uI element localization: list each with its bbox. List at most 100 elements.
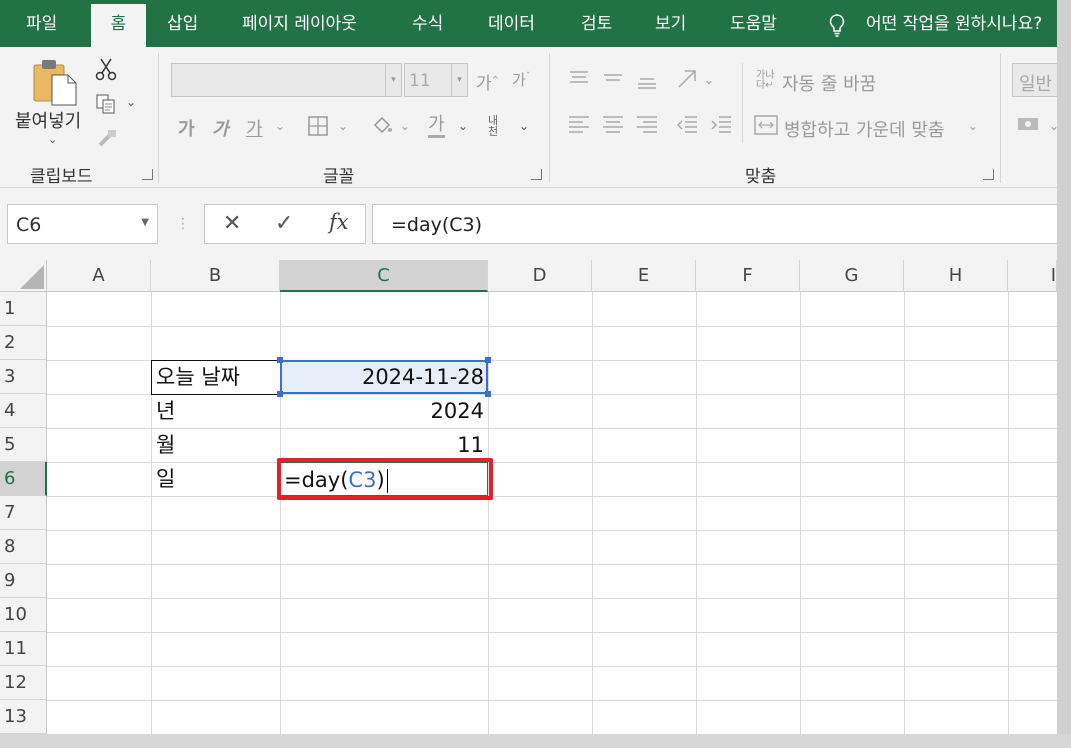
bold-button[interactable]: 가 xyxy=(178,115,195,141)
row-header-12[interactable]: 12 xyxy=(0,666,47,700)
cancel-icon[interactable]: ✕ xyxy=(223,211,241,236)
name-box-dropdown-icon[interactable]: ▼ xyxy=(141,217,149,228)
formula-bar-splitter[interactable]: ⋮ xyxy=(176,216,190,232)
tab-page-layout[interactable]: 페이지 레이아웃 xyxy=(242,0,357,47)
row-header-4[interactable]: 4 xyxy=(0,394,47,428)
ribbon-tab-bar: 파일 홈 삽입 페이지 레이아웃 수식 데이터 검토 보기 도움말 어떤 작업을… xyxy=(0,0,1071,47)
align-right-icon[interactable] xyxy=(635,113,659,137)
merge-center-button[interactable]: 병합하고 가운데 맞춤 xyxy=(784,116,944,142)
tell-me-search[interactable]: 어떤 작업을 원하시나요? xyxy=(866,0,1042,47)
row-header-13[interactable]: 13 xyxy=(0,700,47,734)
align-bottom-icon[interactable] xyxy=(635,69,659,89)
row-header-5[interactable]: 5 xyxy=(0,428,47,462)
lightbulb-icon xyxy=(829,14,845,37)
decrease-indent-icon[interactable] xyxy=(675,113,699,137)
gridline xyxy=(47,666,1057,667)
formula-input[interactable]: =day(C3) xyxy=(372,204,1071,244)
fill-color-dropdown-icon[interactable]: ⌄ xyxy=(400,119,410,133)
paste-dropdown-icon[interactable]: ⌄ xyxy=(48,133,57,146)
select-all-button[interactable] xyxy=(0,260,47,292)
tab-help[interactable]: 도움말 xyxy=(730,0,777,47)
highlight-box xyxy=(277,458,493,500)
column-header-c[interactable]: C xyxy=(280,260,488,292)
font-color-button[interactable]: 가 xyxy=(428,115,445,138)
borders-dropdown-icon[interactable]: ⌄ xyxy=(338,119,348,133)
wrap-text-button[interactable]: 자동 줄 바꿈 xyxy=(782,70,876,96)
row-header-2[interactable]: 2 xyxy=(0,326,47,360)
cut-icon[interactable] xyxy=(95,57,117,81)
cell-b3[interactable]: 오늘 날짜 xyxy=(156,360,240,394)
enter-icon[interactable]: ✓ xyxy=(275,211,293,236)
row-header-6[interactable]: 6 xyxy=(0,462,47,496)
fill-color-icon[interactable] xyxy=(370,113,394,137)
cell-b4[interactable]: 년 xyxy=(156,394,175,428)
cell-b5[interactable]: 월 xyxy=(156,428,175,462)
font-size-combo[interactable]: 11 ▾ xyxy=(404,63,468,97)
tab-formulas[interactable]: 수식 xyxy=(412,0,443,47)
align-center-icon[interactable] xyxy=(601,113,625,137)
name-box[interactable]: C6 ▼ xyxy=(7,204,158,244)
align-middle-icon[interactable] xyxy=(601,69,625,89)
font-launcher-icon[interactable] xyxy=(531,169,542,180)
orientation-icon[interactable] xyxy=(675,67,699,91)
phonetic-guide-button[interactable]: 내천 xyxy=(488,115,508,137)
increase-indent-icon[interactable] xyxy=(709,113,733,137)
vertical-scrollbar[interactable] xyxy=(1057,0,1071,748)
column-header-h[interactable]: H xyxy=(904,260,1008,292)
row-header-8[interactable]: 8 xyxy=(0,530,47,564)
accounting-format-icon[interactable] xyxy=(1016,115,1042,135)
italic-button[interactable]: 가 xyxy=(212,115,229,141)
gridline xyxy=(47,428,1057,429)
grow-font-icon[interactable]: 가^ xyxy=(476,69,499,94)
clipboard-launcher-icon[interactable] xyxy=(142,169,153,180)
borders-icon[interactable] xyxy=(307,115,329,137)
cell-c4[interactable]: 2024 xyxy=(280,394,484,428)
column-header-g[interactable]: G xyxy=(800,260,904,292)
underline-button[interactable]: 가 xyxy=(246,115,263,141)
column-header-b[interactable]: B xyxy=(151,260,280,292)
paste-button[interactable]: 붙여넣기 xyxy=(15,107,81,133)
reference-handle xyxy=(485,391,491,397)
tab-review[interactable]: 검토 xyxy=(581,0,612,47)
align-top-icon[interactable] xyxy=(567,69,591,89)
font-name-combo[interactable]: ▾ xyxy=(171,63,402,97)
cell-b6[interactable]: 일 xyxy=(156,462,175,496)
group-label-font: 글꼴 xyxy=(323,167,355,187)
group-label-alignment: 맞춤 xyxy=(745,167,777,187)
font-color-dropdown-icon[interactable]: ⌄ xyxy=(458,119,468,133)
row-header-7[interactable]: 7 xyxy=(0,496,47,530)
copy-dropdown-icon[interactable]: ⌄ xyxy=(126,95,136,109)
tab-file[interactable]: 파일 xyxy=(26,0,57,47)
cell-c5[interactable]: 11 xyxy=(280,428,484,462)
format-painter-icon[interactable] xyxy=(96,127,118,149)
gridline xyxy=(47,530,1057,531)
merge-dropdown-icon[interactable]: ⌄ xyxy=(968,119,978,133)
paste-icon[interactable] xyxy=(32,57,78,107)
column-header-e[interactable]: E xyxy=(592,260,696,292)
tab-home[interactable]: 홈 xyxy=(91,4,146,47)
copy-icon[interactable] xyxy=(95,93,117,115)
tab-view[interactable]: 보기 xyxy=(655,0,686,47)
column-header-f[interactable]: F xyxy=(696,260,800,292)
orientation-dropdown-icon[interactable]: ⌄ xyxy=(704,73,714,87)
tab-insert[interactable]: 삽입 xyxy=(167,0,198,47)
align-left-icon[interactable] xyxy=(567,113,591,137)
row-header-1[interactable]: 1 xyxy=(0,292,47,326)
gridline xyxy=(47,326,1057,327)
tab-data[interactable]: 데이터 xyxy=(488,0,535,47)
alignment-launcher-icon[interactable] xyxy=(983,169,994,180)
row-header-10[interactable]: 10 xyxy=(0,598,47,632)
column-header-i[interactable]: I xyxy=(1008,260,1057,292)
row-header-11[interactable]: 11 xyxy=(0,632,47,666)
underline-dropdown-icon[interactable]: ⌄ xyxy=(275,119,285,133)
shrink-font-icon[interactable]: 가ˇ xyxy=(512,69,530,90)
column-header-d[interactable]: D xyxy=(488,260,592,292)
phonetic-dropdown-icon[interactable]: ⌄ xyxy=(519,119,529,133)
insert-function-icon[interactable]: fx xyxy=(329,210,349,234)
cell-c3[interactable]: 2024-11-28 xyxy=(280,360,484,394)
row-header-3[interactable]: 3 xyxy=(0,360,47,394)
column-header-a[interactable]: A xyxy=(47,260,151,292)
row-header-9[interactable]: 9 xyxy=(0,564,47,598)
horizontal-scrollbar[interactable] xyxy=(0,734,1071,748)
gridline xyxy=(47,598,1057,599)
